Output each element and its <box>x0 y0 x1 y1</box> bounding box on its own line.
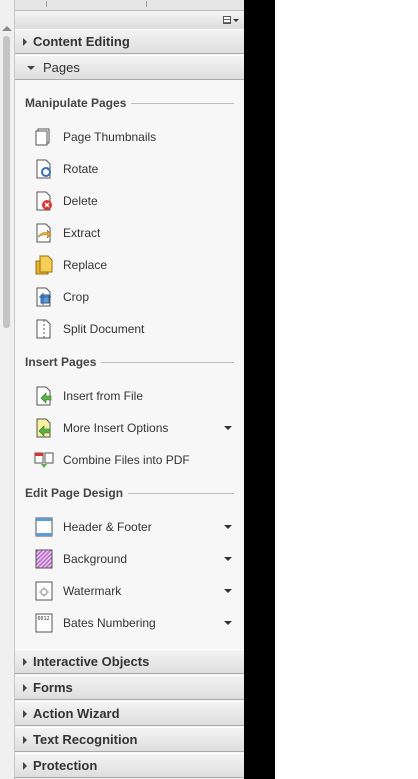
divider <box>131 102 234 104</box>
section-label: Forms <box>33 680 73 695</box>
tool-label: More Insert Options <box>63 421 169 435</box>
section-label: Action Wizard <box>33 706 120 721</box>
collapsed-arrow-icon <box>23 657 27 666</box>
dropdown-caret-icon[interactable] <box>224 525 232 529</box>
tool-extract[interactable]: Extract <box>34 221 232 245</box>
section-pages[interactable]: Pages <box>15 55 244 80</box>
tool-header-footer[interactable]: Header & Footer <box>34 515 232 539</box>
dropdown-caret-icon[interactable] <box>224 621 232 625</box>
tool-page-thumbnails[interactable]: Page Thumbnails <box>34 125 232 149</box>
tool-label: Crop <box>63 290 90 304</box>
panel-top-strip <box>15 0 244 11</box>
panel-options-button[interactable] <box>223 14 240 26</box>
panel-header <box>15 11 244 30</box>
section-label: Text Recognition <box>33 732 138 747</box>
tool-bates-numbering[interactable]: 0012 Bates Numbering <box>34 611 232 635</box>
tool-rotate[interactable]: Rotate <box>34 157 232 181</box>
collapsed-arrow-icon <box>23 761 27 770</box>
section-label: Protection <box>33 758 98 773</box>
vertical-scrollbar[interactable] <box>0 0 15 779</box>
tool-replace[interactable]: Replace <box>34 253 232 277</box>
tool-label: Insert from File <box>63 389 144 403</box>
rotate-icon <box>34 159 54 179</box>
tool-label: Delete <box>63 194 98 208</box>
tool-crop[interactable]: Crop <box>34 285 232 309</box>
section-text-recognition[interactable]: Text Recognition <box>15 727 244 752</box>
divider <box>128 492 234 494</box>
section-protection[interactable]: Protection <box>15 753 244 778</box>
extract-icon <box>34 223 54 243</box>
more-insert-options-icon <box>34 418 54 438</box>
section-forms[interactable]: Forms <box>15 675 244 700</box>
tool-label: Page Thumbnails <box>63 130 157 144</box>
tool-label: Watermark <box>63 584 122 598</box>
section-label: Pages <box>43 60 80 75</box>
group-heading: Insert Pages <box>25 354 234 370</box>
collapsed-arrow-icon <box>23 709 27 718</box>
dropdown-caret-icon[interactable] <box>224 557 232 561</box>
resize-grip-right[interactable] <box>146 1 147 7</box>
collapsed-arrow-icon <box>23 683 27 692</box>
tool-more-insert-options[interactable]: More Insert Options <box>34 416 232 440</box>
tool-background[interactable]: Background <box>34 547 232 571</box>
tool-label: Background <box>63 552 128 566</box>
divider <box>101 361 234 363</box>
group-heading-label: Insert Pages <box>25 355 97 369</box>
group-heading: Edit Page Design <box>25 485 234 501</box>
split-document-icon <box>34 319 54 339</box>
section-action-wizard[interactable]: Action Wizard <box>15 701 244 726</box>
replace-icon <box>34 255 54 275</box>
crop-icon <box>34 287 54 307</box>
tool-label: Header & Footer <box>63 520 152 534</box>
tool-label: Bates Numbering <box>63 616 156 630</box>
collapsed-arrow-icon <box>23 37 27 46</box>
dropdown-caret-icon[interactable] <box>224 426 232 430</box>
panel-options-icon <box>223 16 231 24</box>
section-label: Content Editing <box>33 34 130 49</box>
group-heading: Manipulate Pages <box>25 95 234 111</box>
tool-label: Replace <box>63 258 108 272</box>
tool-label: Rotate <box>63 162 99 176</box>
delete-icon <box>34 191 54 211</box>
tool-delete[interactable]: Delete <box>34 189 232 213</box>
dropdown-caret-icon[interactable] <box>224 589 232 593</box>
group-heading-label: Manipulate Pages <box>25 96 127 110</box>
tool-watermark[interactable]: Watermark <box>34 579 232 603</box>
expanded-arrow-icon <box>27 65 35 70</box>
collapsed-arrow-icon <box>23 735 27 744</box>
tool-combine-files[interactable]: Combine Files into PDF <box>34 448 232 472</box>
tool-insert-from-file[interactable]: Insert from File <box>34 384 232 408</box>
tools-panel: Content Editing Pages Manipulate Pages Pa… <box>15 0 244 779</box>
insert-from-file-icon <box>34 386 54 406</box>
tool-label: Extract <box>63 226 101 240</box>
tool-split-document[interactable]: Split Document <box>34 317 232 341</box>
watermark-icon <box>34 581 54 601</box>
bates-numbering-icon: 0012 <box>34 613 54 633</box>
resize-grip-left[interactable] <box>46 1 47 7</box>
tool-label: Combine Files into PDF <box>63 453 190 467</box>
right-edge-bar <box>244 0 275 779</box>
header-footer-icon <box>34 517 54 537</box>
section-content-editing[interactable]: Content Editing <box>15 29 244 54</box>
scroll-thumb[interactable] <box>3 36 10 328</box>
section-label: Interactive Objects <box>33 654 150 669</box>
group-heading-label: Edit Page Design <box>25 486 124 500</box>
svg-text:0012: 0012 <box>38 616 50 622</box>
pages-section-body: Manipulate Pages Page Thumbnails Rotate Del… <box>15 80 244 648</box>
section-interactive-objects[interactable]: Interactive Objects <box>15 649 244 674</box>
combine-files-icon <box>34 450 54 470</box>
background-icon <box>34 549 54 569</box>
chevron-down-icon <box>233 18 239 22</box>
scroll-up-arrow-icon[interactable] <box>2 26 12 31</box>
page-thumbnails-icon <box>34 127 54 147</box>
tool-label: Split Document <box>63 322 145 336</box>
